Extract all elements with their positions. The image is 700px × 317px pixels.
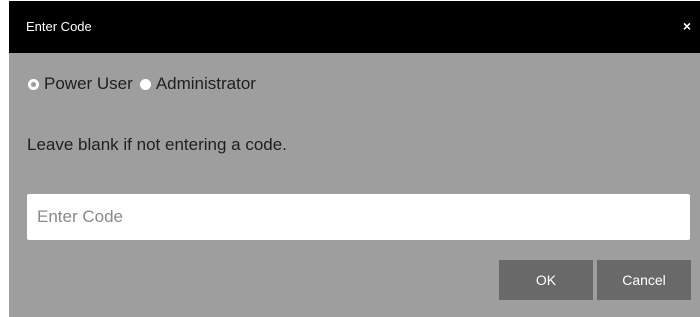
enter-code-dialog: Enter Code × Power User Administrator Le… [9, 1, 700, 317]
radio-option-power-user[interactable]: Power User [28, 74, 140, 94]
power-user-radio[interactable] [28, 78, 39, 90]
ok-button[interactable]: OK [499, 260, 593, 300]
administrator-radio[interactable] [139, 78, 151, 90]
power-user-label: Power User [44, 74, 133, 93]
role-radio-group: Power User Administrator [28, 73, 263, 95]
code-input[interactable] [27, 194, 690, 240]
dialog-title: Enter Code [26, 19, 92, 34]
close-icon[interactable]: × [683, 18, 691, 34]
radio-option-administrator[interactable]: Administrator [139, 74, 263, 94]
code-hint-text: Leave blank if not entering a code. [27, 135, 287, 154]
cancel-button[interactable]: Cancel [597, 260, 691, 300]
administrator-label: Administrator [155, 74, 256, 93]
dialog-titlebar: Enter Code × [9, 1, 700, 53]
